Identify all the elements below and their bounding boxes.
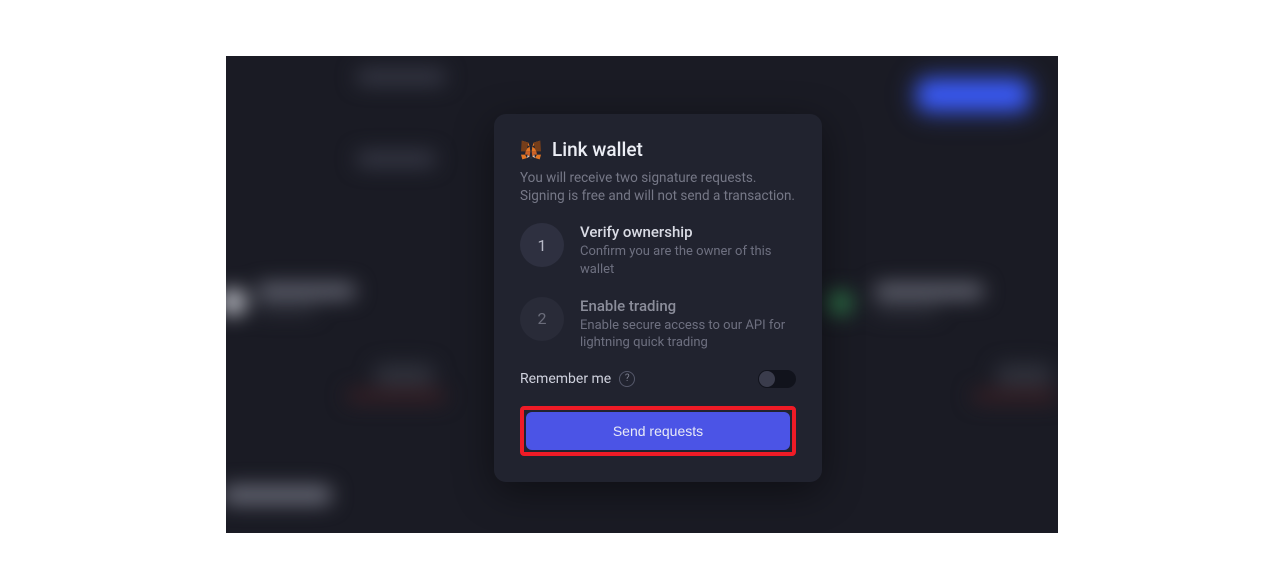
send-requests-button[interactable]: Send requests	[526, 412, 790, 450]
modal-header: Link wallet	[520, 138, 796, 161]
remember-me-label: Remember me	[520, 371, 611, 387]
remember-me-row: Remember me ?	[520, 370, 796, 388]
modal-subtitle: You will receive two signature requests.…	[520, 169, 796, 205]
help-icon[interactable]: ?	[619, 371, 635, 387]
step-number-badge: 2	[520, 297, 564, 341]
step-title: Enable trading	[580, 297, 796, 315]
remember-me-toggle[interactable]	[758, 370, 796, 388]
tutorial-highlight: Send requests	[520, 406, 796, 456]
step-description: Enable secure access to our API for ligh…	[580, 317, 796, 352]
link-wallet-modal: Link wallet You will receive two signatu…	[494, 114, 822, 482]
step-body: Enable trading Enable secure access to o…	[580, 297, 796, 352]
app-viewport: Link wallet You will receive two signatu…	[226, 56, 1058, 533]
metamask-fox-icon	[520, 140, 542, 160]
step-body: Verify ownership Confirm you are the own…	[580, 223, 796, 278]
toggle-knob	[759, 371, 775, 387]
step-title: Verify ownership	[580, 223, 796, 241]
step-description: Confirm you are the owner of this wallet	[580, 243, 796, 278]
step-enable-trading: 2 Enable trading Enable secure access to…	[520, 297, 796, 352]
modal-title: Link wallet	[552, 138, 643, 161]
step-verify-ownership: 1 Verify ownership Confirm you are the o…	[520, 223, 796, 278]
remember-me-label-group: Remember me ?	[520, 371, 635, 387]
step-number-badge: 1	[520, 223, 564, 267]
